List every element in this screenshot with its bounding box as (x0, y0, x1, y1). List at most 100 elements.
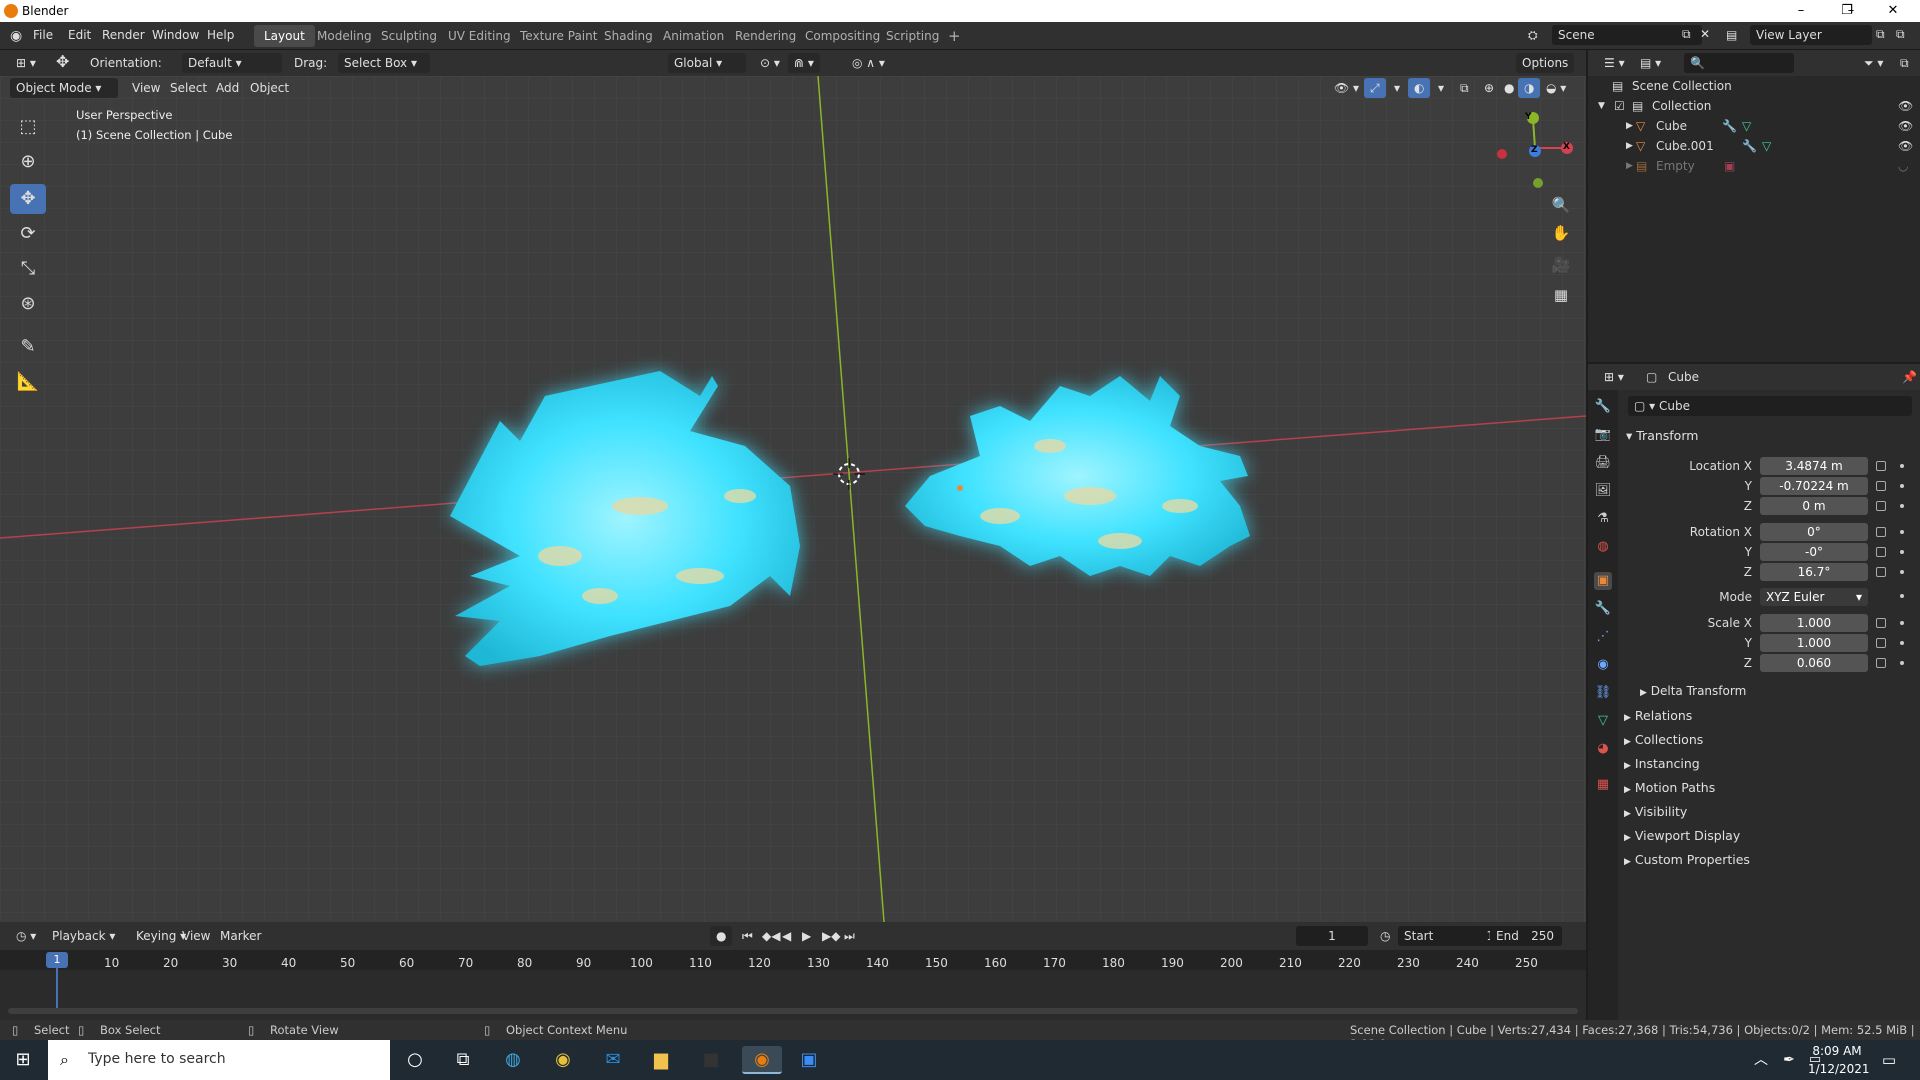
outliner-row-empty[interactable]: ▶ ▤ Empty ▣ ◡ (1588, 156, 1920, 176)
relations-section[interactable]: ▶ Relations (1624, 708, 1692, 723)
pin-icon[interactable]: 📌 (1896, 367, 1920, 387)
gizmo-z-label[interactable]: Z (1531, 145, 1538, 155)
view-object-types-icon[interactable]: 👁 ▾ (1328, 78, 1365, 98)
remove-view-layer-icon[interactable]: ⧉ (1896, 27, 1905, 42)
menu-marker[interactable]: Marker (214, 926, 267, 946)
camera-view-icon[interactable]: 🎥 (1548, 252, 1574, 278)
overlay-dropdown-icon[interactable]: ▾ (1432, 78, 1450, 98)
scale-x-field[interactable]: 1.000 (1760, 614, 1868, 632)
keyframe-dot-icon[interactable] (1900, 661, 1904, 665)
view-layer-selector[interactable]: View Layer (1750, 25, 1872, 45)
outliner-search-input[interactable]: 🔍 (1684, 53, 1794, 73)
play-reverse-icon[interactable]: ◀ (776, 926, 797, 946)
tool-tab-icon[interactable]: 🔧 (1594, 398, 1612, 416)
snap-toggle-icon[interactable]: ⋒ ▾ (788, 53, 820, 73)
tray-chevron-icon[interactable]: ︿ (1746, 1046, 1776, 1074)
outliner-row-cube001[interactable]: ▶ ▽ Cube.001 🔧 ▽ 👁 (1588, 136, 1920, 156)
output-tab-icon[interactable]: 🖨 (1594, 454, 1612, 472)
motion-paths-section[interactable]: ▶ Motion Paths (1624, 780, 1715, 795)
play-icon[interactable]: ▶ (796, 926, 817, 946)
keyframe-dot-icon[interactable] (1900, 594, 1904, 598)
windows-start-icon[interactable]: ⊞ (8, 1046, 38, 1074)
menu-file[interactable]: File (33, 28, 53, 42)
taskbar-search-box[interactable]: ⌕ Type here to search (48, 1040, 390, 1080)
add-workspace-button[interactable]: + (938, 25, 971, 47)
new-view-layer-icon[interactable]: ⧉ (1876, 27, 1885, 42)
taskbar-date[interactable]: 1/12/2021 (1808, 1062, 1870, 1076)
tab-animation[interactable]: Animation (653, 25, 734, 47)
blender-menu-icon[interactable]: ◉ (10, 28, 22, 44)
lock-icon[interactable] (1876, 461, 1886, 471)
hidden-eye-icon[interactable]: ◡ (1898, 156, 1908, 176)
scale-y-field[interactable]: 1.000 (1760, 634, 1868, 652)
menu-edit[interactable]: Edit (68, 28, 91, 42)
texture-tab-icon[interactable]: ▦ (1594, 776, 1612, 794)
menu-object[interactable]: Object (244, 78, 295, 98)
tab-uv-editing[interactable]: UV Editing (438, 25, 521, 47)
image-icon[interactable]: ▣ (1724, 156, 1735, 176)
menu-select[interactable]: Select (164, 78, 213, 98)
keyframe-dot-icon[interactable] (1900, 484, 1904, 488)
shading-material-icon[interactable]: ◑ (1518, 78, 1541, 98)
particles-tab-icon[interactable]: ⋰ (1594, 628, 1612, 646)
lock-icon[interactable] (1876, 638, 1886, 648)
orientation-dropdown[interactable]: Default ▾ (182, 53, 282, 73)
location-x-field[interactable]: 3.4874 m (1760, 457, 1868, 475)
rotation-z-field[interactable]: 16.7° (1760, 563, 1868, 581)
jump-end-icon[interactable]: ⏭ (838, 926, 861, 946)
menu-window[interactable]: Window (152, 28, 199, 42)
modifier-icon[interactable]: 🔧 (1722, 116, 1737, 136)
task-view-icon[interactable]: ⧉ (448, 1046, 478, 1074)
zoom-app-icon[interactable]: ▣ (794, 1046, 824, 1074)
modifier-tab-icon[interactable]: 🔧 (1594, 600, 1612, 618)
chrome-browser-icon[interactable]: ◉ (548, 1046, 578, 1074)
material-tab-icon[interactable]: ◕ (1594, 740, 1612, 758)
tab-sculpting[interactable]: Sculpting (371, 25, 447, 47)
drag-dropdown[interactable]: Select Box ▾ (338, 53, 430, 73)
gizmo-toggle-icon[interactable]: ⤢ (1364, 78, 1386, 98)
expand-arrow-icon[interactable]: ▶ (1626, 156, 1633, 176)
world-tab-icon[interactable]: ◍ (1594, 538, 1612, 556)
gizmo-y-label[interactable]: Y (1525, 112, 1532, 122)
menu-help[interactable]: Help (207, 28, 234, 42)
current-frame-field[interactable]: 1 (1296, 926, 1368, 946)
rotation-mode-dropdown[interactable]: XYZ Euler ▾ (1760, 588, 1868, 606)
restore-button[interactable]: ❐ (1824, 0, 1870, 22)
start-frame-field[interactable]: Start1 (1398, 926, 1502, 946)
lock-icon[interactable] (1876, 658, 1886, 668)
new-collection-icon[interactable]: ⧉ (1894, 53, 1915, 73)
location-z-field[interactable]: 0 m (1760, 497, 1868, 515)
rotation-y-field[interactable]: -0° (1760, 543, 1868, 561)
rotation-x-field[interactable]: 0° (1760, 523, 1868, 541)
scale-tool-icon[interactable]: ⤡ (10, 254, 46, 284)
object-tab-icon[interactable]: ▣ (1594, 572, 1612, 590)
lock-icon[interactable] (1876, 481, 1886, 491)
mode-dropdown[interactable]: Object Mode ▾ (10, 78, 118, 98)
timeline-scrollbar[interactable] (8, 1008, 1578, 1014)
properties-editor-type-icon[interactable]: ⊞ ▾ (1598, 367, 1630, 387)
menu-view[interactable]: View (126, 78, 166, 98)
move-tool-icon[interactable]: ✥ (10, 184, 46, 214)
render-tab-icon[interactable]: 📷 (1594, 426, 1612, 444)
options-dropdown[interactable]: Options (1516, 53, 1575, 73)
perspective-toggle-icon[interactable]: ▦ (1548, 282, 1574, 308)
menu-add[interactable]: Add (210, 78, 245, 98)
modifier-icon[interactable]: 🔧 (1742, 136, 1757, 156)
expand-arrow-icon[interactable]: ▼ (1598, 96, 1605, 116)
overlay-toggle-icon[interactable]: ◐ (1408, 78, 1431, 98)
lock-icon[interactable] (1876, 501, 1886, 511)
custom-properties-section[interactable]: ▶ Custom Properties (1624, 852, 1750, 867)
mail-icon[interactable]: ✉ (598, 1046, 628, 1074)
keyframe-dot-icon[interactable] (1900, 464, 1904, 468)
taskbar-time[interactable]: 8:09 AM (1812, 1044, 1862, 1058)
keyframe-dot-icon[interactable] (1900, 504, 1904, 508)
lock-icon[interactable] (1876, 567, 1886, 577)
shading-rendered-icon[interactable]: ◒ ▾ (1540, 78, 1572, 98)
physics-tab-icon[interactable]: ◉ (1594, 656, 1612, 674)
display-mode-icon[interactable]: ▤ ▾ (1634, 53, 1667, 73)
instancing-section[interactable]: ▶ Instancing (1624, 756, 1700, 771)
scene-tab-icon[interactable]: ⚗ (1594, 510, 1612, 528)
checkbox-icon[interactable]: ☑ (1614, 96, 1625, 116)
expand-arrow-icon[interactable]: ▶ (1626, 116, 1633, 136)
lock-icon[interactable] (1876, 547, 1886, 557)
